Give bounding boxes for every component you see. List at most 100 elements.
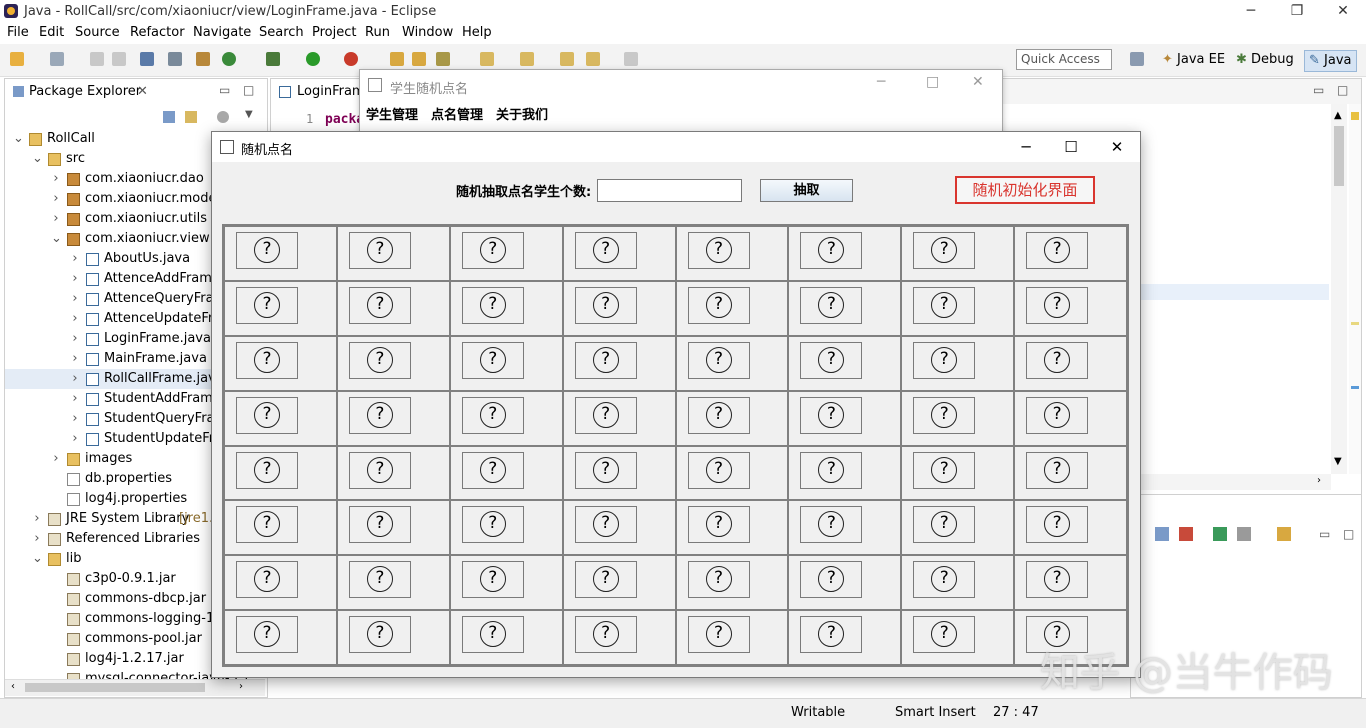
roll-call-minimize-button[interactable]: ─: [1003, 132, 1049, 162]
menu-refactor[interactable]: Refactor: [130, 25, 185, 40]
student-slot-button[interactable]: ?: [687, 561, 750, 599]
display-console-icon[interactable]: [1237, 527, 1251, 541]
chevron-right-icon[interactable]: ›: [70, 369, 80, 389]
back-icon[interactable]: [586, 52, 600, 66]
student-slot-button[interactable]: ?: [348, 506, 411, 544]
editor-scrollbar-thumb[interactable]: [1334, 126, 1344, 186]
chevron-down-icon[interactable]: ⌄: [32, 149, 43, 169]
student-slot-button[interactable]: ?: [913, 561, 976, 599]
chevron-right-icon[interactable]: ›: [51, 209, 61, 229]
editor-minimize-icon[interactable]: ▭: [1313, 83, 1324, 97]
student-slot-button[interactable]: ?: [1026, 286, 1089, 324]
run-icon[interactable]: [306, 52, 320, 66]
student-slot-button[interactable]: ?: [574, 396, 637, 434]
student-slot-button[interactable]: ?: [236, 232, 298, 269]
scroll-left-icon[interactable]: ‹: [11, 681, 15, 692]
chevron-right-icon[interactable]: ›: [70, 309, 80, 329]
student-slot-button[interactable]: ?: [574, 286, 637, 324]
student-slot-button[interactable]: ?: [461, 232, 524, 269]
scroll-down-icon[interactable]: ▼: [1334, 456, 1342, 467]
perspective-java[interactable]: ✎ Java: [1304, 50, 1357, 72]
student-slot-button[interactable]: ?: [236, 561, 298, 599]
chevron-down-icon[interactable]: ⌄: [13, 129, 24, 149]
student-slot-button[interactable]: ?: [236, 616, 298, 654]
student-slot-button[interactable]: ?: [461, 286, 524, 324]
student-slot-button[interactable]: ?: [800, 341, 863, 379]
student-slot-button[interactable]: ?: [800, 451, 863, 489]
chevron-right-icon[interactable]: ›: [70, 389, 80, 409]
student-slot-button[interactable]: ?: [800, 561, 863, 599]
console-icon[interactable]: [1155, 527, 1169, 541]
save-icon[interactable]: [90, 52, 104, 66]
student-frame-maximize-button[interactable]: □: [926, 74, 939, 90]
student-slot-button[interactable]: ?: [574, 232, 637, 269]
student-slot-button[interactable]: ?: [913, 451, 976, 489]
student-slot-button[interactable]: ?: [800, 286, 863, 324]
new-icon[interactable]: [10, 52, 24, 66]
scrollbar-thumb[interactable]: [25, 683, 205, 692]
student-slot-button[interactable]: ?: [574, 561, 637, 599]
student-slot-button[interactable]: ?: [461, 616, 524, 654]
menu-search[interactable]: Search: [259, 25, 304, 40]
menu-about-us[interactable]: 关于我们: [496, 104, 548, 123]
scroll-up-icon[interactable]: ▲: [1334, 110, 1342, 121]
panel-maximize-icon[interactable]: □: [1343, 527, 1354, 541]
editor-maximize-icon[interactable]: □: [1337, 83, 1348, 97]
student-frame-minimize-button[interactable]: ─: [877, 74, 885, 90]
student-slot-button[interactable]: ?: [913, 616, 976, 654]
draw-button[interactable]: 抽取: [760, 179, 853, 202]
student-slot-button[interactable]: ?: [800, 506, 863, 544]
occurrence-marker[interactable]: [1351, 322, 1359, 325]
skip-breakpoints-icon[interactable]: [168, 52, 182, 66]
student-count-input[interactable]: [597, 179, 742, 202]
clear-console-icon[interactable]: [1179, 527, 1193, 541]
menu-project[interactable]: Project: [312, 25, 356, 40]
package-icon[interactable]: [196, 52, 210, 66]
close-button[interactable]: ✕: [1320, 0, 1366, 23]
perspective-java-ee[interactable]: ✦ Java EE: [1158, 50, 1229, 70]
chevron-right-icon[interactable]: ›: [70, 289, 80, 309]
chevron-right-icon[interactable]: ›: [70, 249, 80, 269]
student-slot-button[interactable]: ?: [800, 232, 863, 269]
student-slot-button[interactable]: ?: [687, 451, 750, 489]
chevron-right-icon[interactable]: ›: [70, 429, 80, 449]
minimize-button[interactable]: ─: [1228, 0, 1274, 23]
student-slot-button[interactable]: ?: [461, 506, 524, 544]
student-slot-button[interactable]: ?: [687, 396, 750, 434]
perspective-debug[interactable]: ✱ Debug: [1232, 50, 1298, 70]
refresh-icon[interactable]: [222, 52, 236, 66]
scroll-right-icon[interactable]: ›: [239, 681, 243, 692]
student-slot-button[interactable]: ?: [574, 451, 637, 489]
editor-scroll-right-icon[interactable]: ›: [1317, 475, 1321, 486]
terminal-icon[interactable]: [140, 52, 154, 66]
chevron-right-icon[interactable]: ›: [70, 269, 80, 289]
student-slot-button[interactable]: ?: [913, 506, 976, 544]
student-slot-button[interactable]: ?: [461, 396, 524, 434]
occurrence-marker[interactable]: [1351, 386, 1359, 389]
save-all-icon[interactable]: [112, 52, 126, 66]
student-slot-button[interactable]: ?: [461, 341, 524, 379]
chevron-right-icon[interactable]: ›: [32, 509, 42, 529]
open-console-icon[interactable]: [1277, 527, 1291, 541]
chevron-right-icon[interactable]: ›: [70, 409, 80, 429]
student-slot-button[interactable]: ?: [913, 232, 976, 269]
student-slot-button[interactable]: ?: [348, 616, 411, 654]
student-slot-button[interactable]: ?: [348, 232, 411, 269]
pin-console-icon[interactable]: [1213, 527, 1227, 541]
quick-access-input[interactable]: Quick Access: [1016, 49, 1112, 70]
forward-icon[interactable]: [624, 52, 638, 66]
menu-help[interactable]: Help: [462, 25, 492, 40]
student-slot-button[interactable]: ?: [461, 451, 524, 489]
student-slot-button[interactable]: ?: [236, 396, 298, 434]
chevron-down-icon[interactable]: ⌄: [32, 549, 43, 569]
menu-edit[interactable]: Edit: [39, 25, 64, 40]
vertical-scrollbar[interactable]: ▲ ▼: [1331, 104, 1347, 474]
student-slot-button[interactable]: ?: [1026, 561, 1089, 599]
menu-run[interactable]: Run: [365, 25, 390, 40]
student-slot-button[interactable]: ?: [348, 561, 411, 599]
roll-call-maximize-button[interactable]: ☐: [1048, 132, 1094, 162]
chevron-down-icon[interactable]: ⌄: [51, 229, 62, 249]
chevron-right-icon[interactable]: ›: [70, 329, 80, 349]
student-slot-button[interactable]: ?: [461, 561, 524, 599]
student-slot-button[interactable]: ?: [348, 341, 411, 379]
